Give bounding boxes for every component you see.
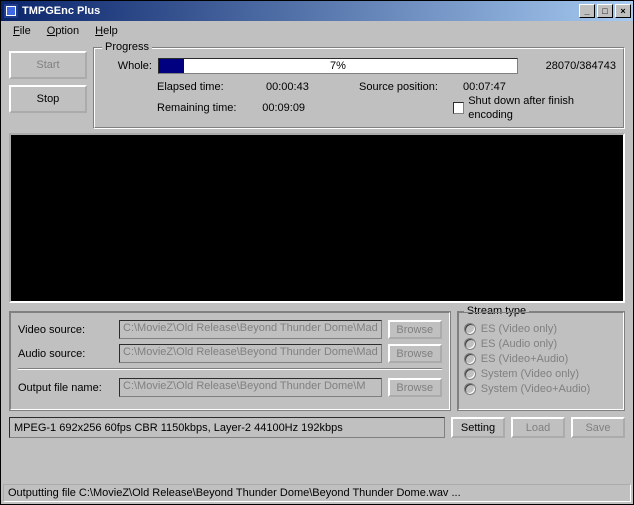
radio-label: ES (Audio only) — [481, 338, 557, 350]
output-browse-button[interactable]: Browse — [388, 378, 442, 397]
menu-option[interactable]: Option — [39, 23, 87, 39]
menu-help[interactable]: Help — [87, 23, 126, 39]
video-source-input[interactable]: C:\MovieZ\Old Release\Beyond Thunder Dom… — [119, 320, 382, 339]
output-input[interactable]: C:\MovieZ\Old Release\Beyond Thunder Dom… — [119, 378, 382, 397]
preview-area — [9, 133, 625, 303]
video-source-label: Video source: — [18, 324, 113, 336]
window-title: TMPGEnc Plus — [22, 5, 579, 17]
menubar: File Option Help — [1, 21, 633, 41]
progress-percent: 7% — [159, 59, 517, 73]
statusbar: Outputting file C:\MovieZ\Old Release\Be… — [3, 484, 631, 502]
stream-type-title: Stream type — [464, 305, 529, 317]
app-icon — [3, 3, 19, 19]
shutdown-label: Shut down after finish encoding — [468, 94, 616, 122]
radio-sys-va[interactable] — [464, 383, 476, 395]
titlebar[interactable]: TMPGEnc Plus _ □ × — [1, 1, 633, 21]
progress-title: Progress — [102, 41, 152, 53]
shutdown-checkbox[interactable] — [453, 102, 465, 114]
progress-count: 28070/384743 — [524, 60, 616, 72]
load-button[interactable]: Load — [511, 417, 565, 438]
app-window: TMPGEnc Plus _ □ × File Option Help Star… — [0, 0, 634, 505]
video-browse-button[interactable]: Browse — [388, 320, 442, 339]
minimize-button[interactable]: _ — [579, 4, 595, 18]
progress-bar: 7% — [158, 58, 518, 74]
radio-label: ES (Video only) — [481, 323, 557, 335]
start-button[interactable]: Start — [9, 51, 87, 79]
audio-source-input[interactable]: C:\MovieZ\Old Release\Beyond Thunder Dom… — [119, 344, 382, 363]
elapsed-label: Elapsed time: — [157, 80, 262, 94]
srcpos-label: Source position: — [359, 80, 459, 94]
menu-file[interactable]: File — [5, 23, 39, 39]
save-button[interactable]: Save — [571, 417, 625, 438]
sources-group: Video source: C:\MovieZ\Old Release\Beyo… — [9, 311, 451, 411]
maximize-button[interactable]: □ — [597, 4, 613, 18]
stop-button[interactable]: Stop — [9, 85, 87, 113]
srcpos-value: 00:07:47 — [463, 80, 506, 94]
radio-label: System (Video only) — [481, 368, 579, 380]
radio-label: ES (Video+Audio) — [481, 353, 569, 365]
stream-type-group: Stream type ES (Video only) ES (Audio on… — [457, 311, 625, 411]
radio-sys-video[interactable] — [464, 368, 476, 380]
audio-browse-button[interactable]: Browse — [388, 344, 442, 363]
audio-source-label: Audio source: — [18, 348, 113, 360]
whole-label: Whole: — [102, 60, 152, 72]
setting-button[interactable]: Setting — [451, 417, 505, 438]
remaining-label: Remaining time: — [157, 101, 258, 115]
radio-es-va[interactable] — [464, 353, 476, 365]
output-label: Output file name: — [18, 382, 113, 394]
elapsed-value: 00:00:43 — [266, 80, 331, 94]
radio-es-video[interactable] — [464, 323, 476, 335]
remaining-value: 00:09:09 — [262, 101, 325, 115]
radio-label: System (Video+Audio) — [481, 383, 591, 395]
format-display: MPEG-1 692x256 60fps CBR 1150kbps, Layer… — [9, 417, 445, 438]
close-button[interactable]: × — [615, 4, 631, 18]
progress-group: Progress Whole: 7% 28070/384743 Elapsed … — [93, 47, 625, 129]
radio-es-audio[interactable] — [464, 338, 476, 350]
